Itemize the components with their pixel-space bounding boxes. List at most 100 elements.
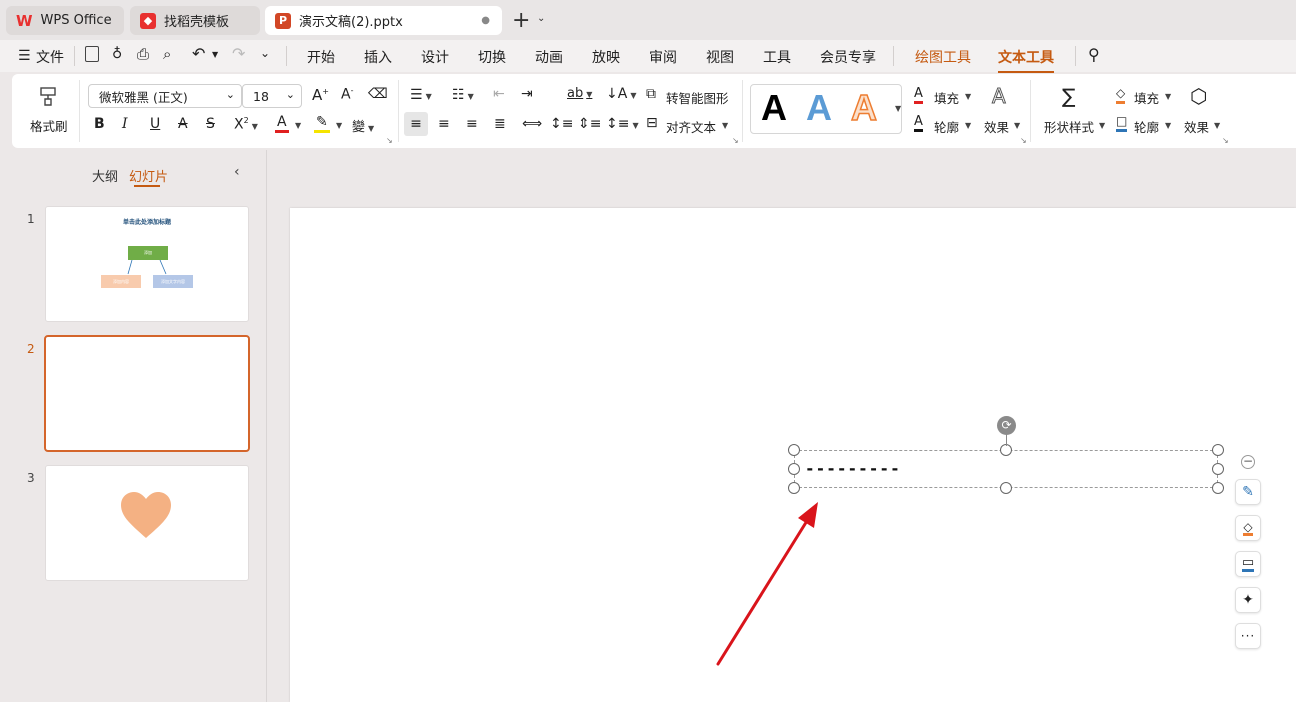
font-dialog-launcher-icon[interactable]: ↘ bbox=[386, 136, 393, 145]
strikethrough-icon[interactable]: A bbox=[178, 116, 188, 132]
decrease-font-icon[interactable]: A- bbox=[341, 86, 353, 103]
collapse-float-toolbar-icon[interactable]: − bbox=[1241, 455, 1255, 469]
clear-format-icon[interactable]: ⌫ bbox=[368, 86, 388, 102]
resize-handle-bottom-right[interactable] bbox=[1212, 482, 1224, 494]
text-fill-dropdown-icon[interactable]: ▼ bbox=[965, 92, 971, 101]
shape-outline-dropdown-icon[interactable]: ▼ bbox=[1165, 121, 1171, 130]
line-spacing-icon[interactable]: ↕≡ bbox=[550, 116, 573, 132]
align-text-dropdown-icon[interactable]: ▼ bbox=[722, 121, 728, 130]
menu-drawing-tools[interactable]: 绘图工具 bbox=[915, 47, 971, 67]
bullets-icon[interactable]: ☰ ▼ bbox=[410, 87, 432, 103]
superscript-icon[interactable]: X2▼ bbox=[234, 116, 258, 133]
shape-style-dropdown-icon[interactable]: ▼ bbox=[1099, 121, 1105, 130]
shape-effect-icon[interactable]: ⬡ bbox=[1190, 84, 1207, 108]
print-preview-icon[interactable]: ⌕ bbox=[163, 45, 171, 63]
font-color-dropdown-icon[interactable]: ▼ bbox=[295, 121, 301, 130]
tab-wps-office[interactable]: W WPS Office bbox=[6, 6, 124, 35]
increase-indent-icon[interactable]: ⇥ bbox=[521, 86, 533, 102]
numbering-icon[interactable]: ☷ ▼ bbox=[452, 87, 474, 103]
increase-font-icon[interactable]: A+ bbox=[312, 86, 329, 104]
bold-icon[interactable]: B bbox=[94, 116, 105, 132]
share-icon[interactable]: ♁ bbox=[112, 46, 122, 62]
resize-handle-bottom[interactable] bbox=[1000, 482, 1012, 494]
sort-icon[interactable]: ↓A ▼ bbox=[606, 86, 636, 102]
font-color-icon[interactable]: A bbox=[275, 114, 289, 133]
search-icon[interactable]: ⚲ bbox=[1088, 45, 1100, 64]
float-style-button[interactable]: ✎ bbox=[1235, 479, 1261, 505]
align-center-icon[interactable]: ≡ bbox=[438, 116, 450, 132]
menu-tools[interactable]: 工具 bbox=[763, 47, 791, 67]
menu-text-tools[interactable]: 文本工具 bbox=[998, 47, 1054, 73]
resize-handle-bottom-left[interactable] bbox=[788, 482, 800, 494]
format-painter-label[interactable]: 格式刷 bbox=[30, 116, 68, 135]
float-ai-button[interactable]: ✦ bbox=[1235, 587, 1261, 613]
slide-thumbnail-2[interactable] bbox=[44, 335, 250, 452]
slide-canvas[interactable]: --------- ⟳ − ✎ ◇ ▭ ✦ ··· bbox=[290, 208, 1296, 702]
decrease-indent-icon[interactable]: ⇤ bbox=[493, 86, 505, 102]
float-more-button[interactable]: ··· bbox=[1235, 623, 1261, 649]
text-effect-dropdown-icon[interactable]: ▼ bbox=[1014, 121, 1020, 130]
format-painter-icon[interactable] bbox=[36, 84, 60, 108]
column-spacing-icon[interactable]: ↕≡ ▼ bbox=[606, 116, 639, 132]
text-direction-icon[interactable]: ab ▼ bbox=[567, 86, 592, 101]
float-fill-button[interactable]: ◇ bbox=[1235, 515, 1261, 541]
shape-effect-label[interactable]: 效果 bbox=[1184, 117, 1209, 136]
more-chevron-icon[interactable]: ⌄ bbox=[260, 46, 270, 60]
text-effect-icon[interactable]: A bbox=[992, 84, 1007, 109]
underline-icon[interactable]: U bbox=[150, 116, 160, 132]
wordart-more-icon[interactable]: ▼ bbox=[895, 104, 901, 113]
menu-slideshow[interactable]: 放映 bbox=[592, 47, 620, 67]
menu-view[interactable]: 视图 bbox=[706, 47, 734, 67]
wordart-style-black[interactable]: A bbox=[761, 87, 787, 129]
undo-dropdown-icon[interactable]: ▼ bbox=[212, 50, 218, 59]
resize-handle-top-right[interactable] bbox=[1212, 444, 1224, 456]
wordart-style-blue[interactable]: A bbox=[806, 87, 832, 129]
rotate-handle-icon[interactable]: ⟳ bbox=[997, 416, 1016, 435]
paragraph-spacing-icon[interactable]: ⇕≡ bbox=[578, 116, 601, 132]
tab-list-chevron-icon[interactable]: ⌄ bbox=[537, 13, 545, 24]
undo-icon[interactable]: ↶ bbox=[192, 44, 205, 63]
menu-transitions[interactable]: 切换 bbox=[478, 47, 506, 67]
shape-outline-label[interactable]: 轮廓 bbox=[1134, 117, 1159, 136]
tab-docer-templates[interactable]: ◆ 找稻壳模板 bbox=[130, 6, 260, 35]
redo-icon[interactable]: ↷ bbox=[232, 44, 245, 63]
menu-file[interactable]: 文件 bbox=[36, 47, 64, 67]
font-size-select[interactable]: 18 ⌄ bbox=[242, 84, 302, 108]
print-icon[interactable]: ⎙ bbox=[137, 45, 149, 63]
save-icon[interactable] bbox=[85, 46, 99, 62]
shape-fill-label[interactable]: 填充 bbox=[1134, 88, 1159, 107]
resize-handle-left[interactable] bbox=[788, 463, 800, 475]
align-text-label[interactable]: 对齐文本 bbox=[666, 117, 716, 136]
smart-graphic-icon[interactable]: ⧉ bbox=[646, 86, 656, 102]
align-left-icon[interactable]: ≡ bbox=[404, 112, 428, 136]
menu-member[interactable]: 会员专享 bbox=[820, 47, 876, 67]
wordart-style-orange-outline[interactable]: A bbox=[850, 86, 878, 129]
slide-thumbnail-3[interactable] bbox=[45, 465, 249, 581]
phonetic-icon[interactable]: 變 ▼ bbox=[352, 116, 374, 135]
font-name-select[interactable]: 微软雅黑 (正文) ⌄ bbox=[88, 84, 242, 108]
highlight-icon[interactable]: ✎ bbox=[314, 114, 330, 133]
distribute-icon[interactable]: ⟺ bbox=[522, 116, 542, 132]
text-fill-icon[interactable]: A bbox=[914, 86, 923, 104]
highlight-dropdown-icon[interactable]: ▼ bbox=[336, 121, 342, 130]
text-fill-label[interactable]: 填充 bbox=[934, 88, 959, 107]
menu-animations[interactable]: 动画 bbox=[535, 47, 563, 67]
shape-fill-icon[interactable]: ◇ bbox=[1116, 86, 1126, 104]
paragraph-dialog-launcher-icon[interactable]: ↘ bbox=[732, 136, 739, 145]
shape-effect-dropdown-icon[interactable]: ▼ bbox=[1214, 121, 1220, 130]
hamburger-icon[interactable]: ☰ bbox=[18, 48, 31, 64]
wordart-style-gallery[interactable]: A A A bbox=[750, 84, 902, 134]
slide-thumbnail-1[interactable]: 单击此处添加标题 添加 添加内容 添加文字内容 bbox=[45, 206, 249, 322]
shape-outline-icon[interactable]: □ bbox=[1116, 114, 1128, 132]
align-text-icon[interactable]: ⊟ bbox=[646, 115, 658, 131]
float-outline-button[interactable]: ▭ bbox=[1235, 551, 1261, 577]
italic-icon[interactable]: I bbox=[122, 116, 128, 132]
menu-home[interactable]: 开始 bbox=[307, 47, 335, 67]
menu-review[interactable]: 审阅 bbox=[649, 47, 677, 67]
tab-outline[interactable]: 大纲 bbox=[92, 166, 118, 185]
tab-presentation[interactable]: P 演示文稿(2).pptx ● bbox=[265, 6, 502, 35]
menu-insert[interactable]: 插入 bbox=[364, 47, 392, 67]
textbox-text[interactable]: --------- bbox=[805, 459, 901, 478]
shape-style-icon[interactable]: ∑ bbox=[1062, 84, 1075, 108]
resize-handle-right[interactable] bbox=[1212, 463, 1224, 475]
